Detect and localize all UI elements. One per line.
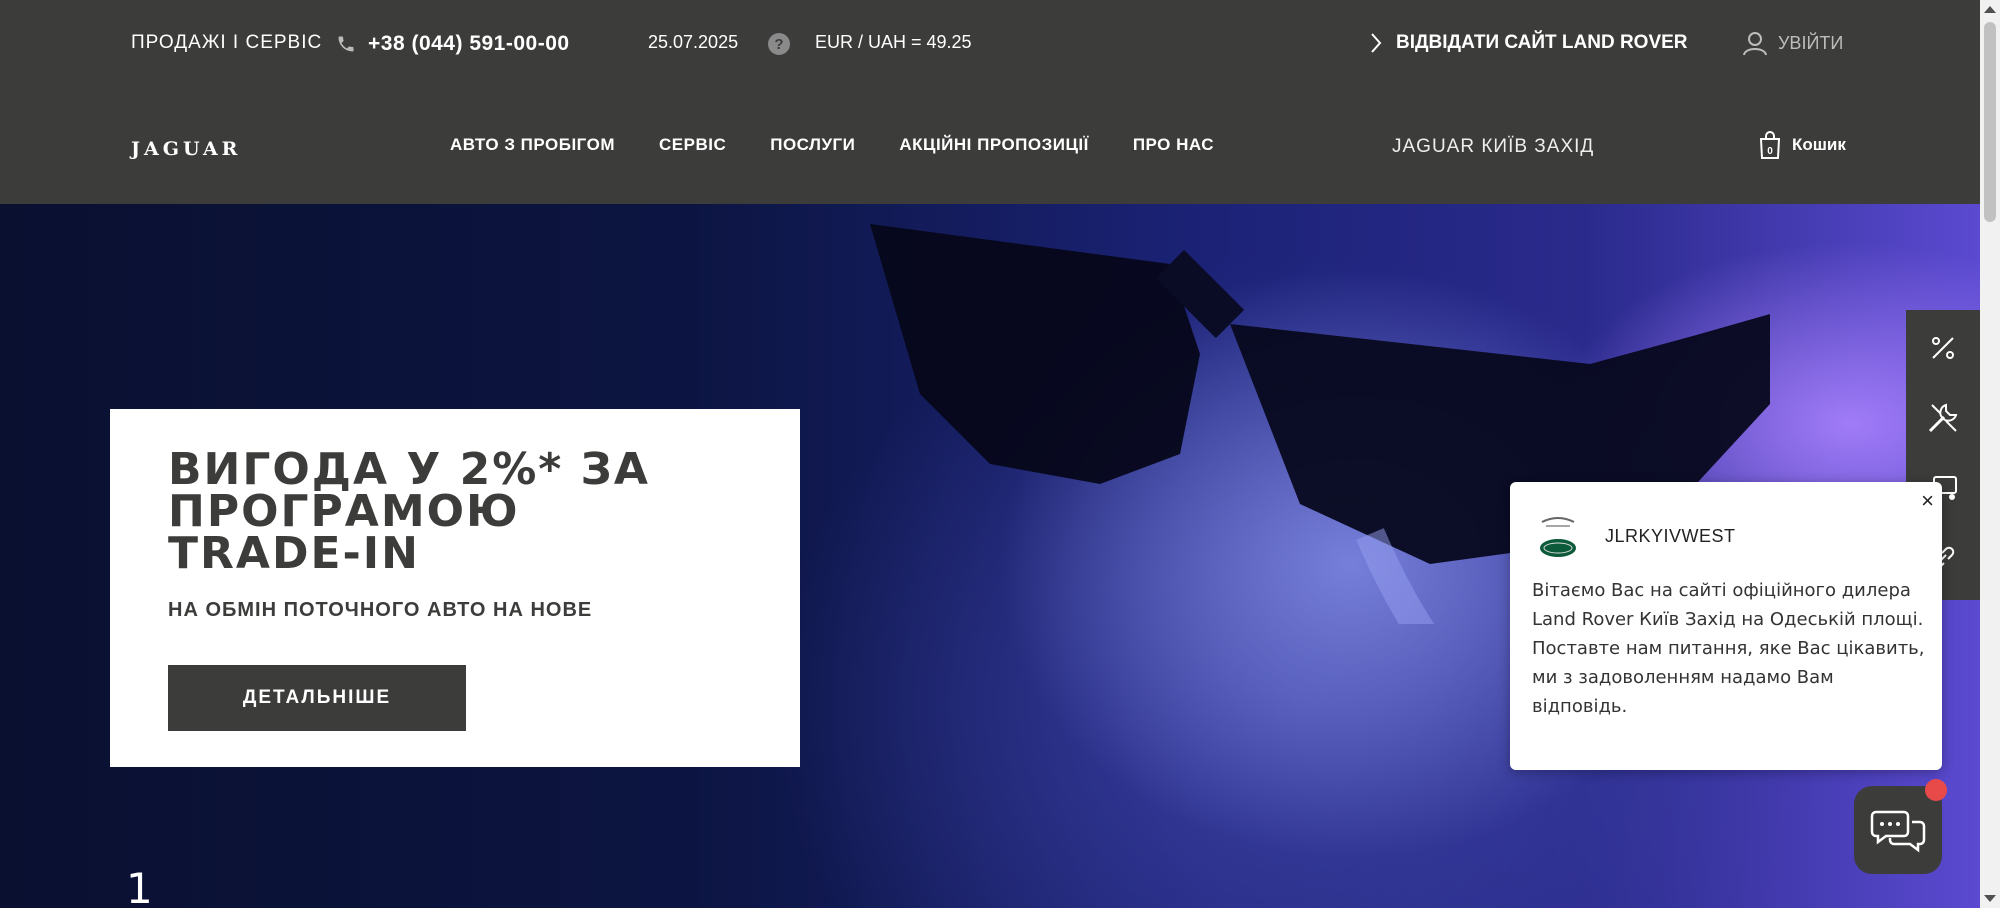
cart-count: 0 [1767, 146, 1773, 157]
slide-number: 1 [126, 864, 153, 908]
site-header: ПРОДАЖІ І СЕРВІС +38 (044) 591-00-00 25.… [0, 0, 1980, 204]
nav-item-offers[interactable]: АКЦІЙНІ ПРОПОЗИЦІЇ [899, 135, 1088, 155]
main-menu: АВТО З ПРОБІГОМ СЕРВІС ПОСЛУГИ АКЦІЙНІ П… [450, 135, 1214, 155]
promo-title: ВИГОДА У 2%* ЗА ПРОГРАМОЮ TRADE-IN [168, 444, 650, 579]
exchange-rate: EUR / UAH = 49.25 [815, 32, 972, 52]
promo-card: ВИГОДА У 2%* ЗА ПРОГРАМОЮ TRADE-IN НА ОБ… [110, 409, 800, 767]
chat-open-button[interactable] [1854, 786, 1942, 874]
visit-land-rover-label: ВІДВІДАТИ САЙТ LAND ROVER [1396, 32, 1688, 53]
tools-icon[interactable] [1906, 388, 1980, 448]
help-icon[interactable]: ? [768, 33, 790, 55]
dealer-name[interactable]: JAGUAR КИЇВ ЗАХІД [1392, 136, 1594, 158]
login-label: УВІЙТИ [1778, 32, 1844, 53]
visit-land-rover-link[interactable]: ВІДВІДАТИ САЙТ LAND ROVER [1370, 32, 1688, 54]
promo-subtitle: НА ОБМІН ПОТОЧНОГО АВТО НА НОВЕ [168, 599, 593, 621]
top-bar: ПРОДАЖІ І СЕРВІС +38 (044) 591-00-00 25.… [0, 0, 1980, 90]
cart-label: Кошик [1792, 135, 1846, 154]
sales-service-label: ПРОДАЖІ І СЕРВІС [131, 32, 323, 53]
scroll-down-icon[interactable] [1984, 895, 1996, 902]
chat-message-line2: Поставте нам питання, яке Вас цікавить, … [1532, 638, 1925, 717]
details-button[interactable]: ДЕТАЛЬНІШЕ [168, 665, 466, 731]
nav-item-service[interactable]: СЕРВІС [659, 135, 726, 155]
login-link[interactable]: УВІЙТИ [1742, 30, 1843, 56]
phone-icon [338, 36, 354, 52]
shopping-bag-icon: 0 [1759, 131, 1781, 159]
user-icon [1743, 32, 1767, 56]
notification-dot [1925, 779, 1947, 801]
chat-popup: × JLRKYIVWEST Вітаємо Вас на сайті офіці… [1510, 482, 1942, 770]
close-icon[interactable]: × [1921, 488, 1934, 514]
nav-item-services[interactable]: ПОСЛУГИ [770, 135, 855, 155]
chat-bubbles-icon [1870, 810, 1926, 853]
scrollbar-thumb[interactable] [1984, 22, 1996, 222]
jaguar-logo[interactable]: JAGUAR [131, 138, 241, 160]
phone-number: +38 (044) 591-00-00 [368, 32, 570, 55]
nav-item-about[interactable]: ПРО НАС [1133, 135, 1214, 155]
current-date: 25.07.2025 [648, 32, 739, 52]
chat-dealer-name: JLRKYIVWEST [1605, 526, 1736, 546]
nav-item-used-cars[interactable]: АВТО З ПРОБІГОМ [450, 135, 615, 155]
chat-message: Вітаємо Вас на сайті офіційного дилера L… [1532, 576, 1932, 721]
main-nav: JAGUAR АВТО З ПРОБІГОМ СЕРВІС ПОСЛУГИ АК… [0, 90, 1980, 204]
percent-icon[interactable] [1906, 318, 1980, 378]
phone-link[interactable]: +38 (044) 591-00-00 [336, 32, 570, 56]
chevron-right-icon [1371, 33, 1382, 53]
page-scrollbar[interactable] [1980, 0, 2000, 908]
scroll-up-icon[interactable] [1984, 6, 1996, 13]
cart-button[interactable]: 0 Кошик [1758, 130, 1846, 160]
chat-message-line1: Вітаємо Вас на сайті офіційного дилера L… [1532, 580, 1924, 630]
dealer-avatar [1540, 517, 1576, 557]
